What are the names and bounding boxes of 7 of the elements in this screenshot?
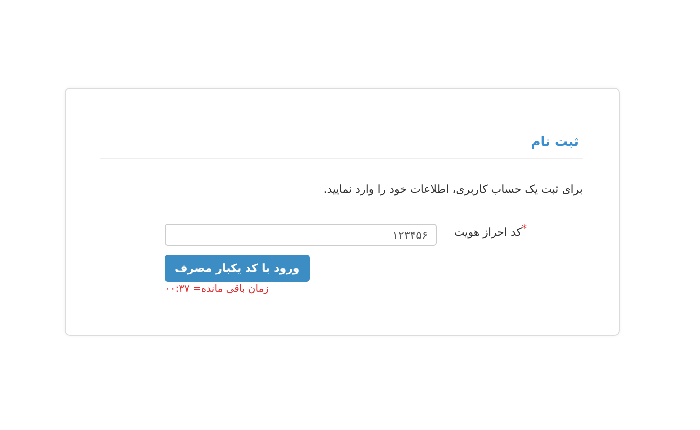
code-input-field[interactable]: ۱۲۳۴۵۶ [165,224,437,246]
login-button[interactable]: ورود با کد یکبار مصرف [165,255,310,282]
field-label: کد احراز هویت [454,226,522,239]
instruction-text: برای ثبت یک حساب کاربری، اطلاعات خود را وارد نمایید. [322,183,583,196]
required-mark: * [522,224,527,235]
countdown-text: زمان باقی مانده= ۰۰:۳۷ [165,284,269,295]
form-title: ثبت نام [530,135,580,150]
